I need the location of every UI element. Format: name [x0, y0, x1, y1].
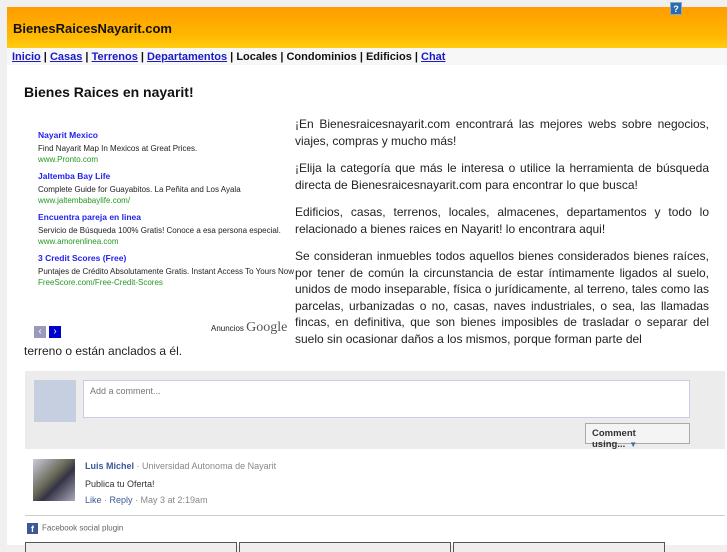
- nav-inicio[interactable]: Inicio: [12, 51, 41, 63]
- paragraph: Se consideran inmuebles todos aquellos b…: [295, 249, 709, 346]
- nav-terrenos[interactable]: Terrenos: [92, 51, 138, 63]
- commenter-avatar[interactable]: [33, 459, 75, 501]
- ad-next-button[interactable]: ›: [49, 326, 61, 338]
- body-text-tail: terreno o están anclados a él.: [24, 344, 183, 358]
- ad-description: Puntajes de Crédito Absolutamente Gratis…: [38, 267, 294, 276]
- ad-nav: ‹ ›: [34, 321, 64, 339]
- body-text: ¡En Bienesraicesnayarit.com encontrará l…: [295, 116, 709, 358]
- divider: [25, 515, 725, 516]
- page-title: Bienes Raices en nayarit!: [24, 84, 194, 100]
- ad-description: Find Nayarit Map In Mexicos at Great Pri…: [38, 144, 198, 153]
- ad-url[interactable]: www.Pronto.com: [38, 155, 298, 164]
- nav-separator: |: [40, 51, 50, 63]
- commenter-affiliation: · Universidad Autonoma de Nayarit: [134, 461, 277, 471]
- help-icon[interactable]: ?: [670, 2, 682, 15]
- nav-separator: |: [82, 51, 92, 63]
- nav-condominios[interactable]: Condominios: [286, 51, 356, 63]
- avatar: [34, 380, 76, 422]
- ad-description: Complete Guide for Guayabitos. La Peñita…: [38, 185, 241, 194]
- ad-block: Nayarit Mexico Find Nayarit Map In Mexico…: [38, 130, 298, 294]
- paragraph: ¡En Bienesraicesnayarit.com encontrará l…: [295, 117, 709, 148]
- ad-description: Servicio de Búsqueda 100% Gratis! Conoce…: [38, 226, 281, 235]
- ad-title[interactable]: Nayarit Mexico: [38, 130, 298, 140]
- nav-separator: |: [227, 51, 237, 63]
- ads-label: Anuncios: [211, 324, 244, 333]
- ad-title[interactable]: Jaltemba Bay Life: [38, 171, 298, 181]
- ads-by-google[interactable]: Anuncios Google: [211, 320, 287, 336]
- comment-time: · May 3 at 2:19am: [132, 495, 208, 505]
- site-header: BienesRaicesNayarit.com ?: [7, 2, 727, 48]
- google-logo: Google: [246, 320, 288, 335]
- facebook-plugin[interactable]: f Facebook social plugin: [27, 523, 123, 534]
- ad-item[interactable]: Encuentra pareja en linea Servicio de Bús…: [38, 212, 298, 246]
- ad-url[interactable]: www.amorenlinea.com: [38, 237, 298, 246]
- facebook-icon: f: [27, 523, 38, 534]
- facebook-plugin-label: Facebook social plugin: [42, 523, 124, 533]
- separator: ·: [101, 495, 110, 505]
- nav-departamentos[interactable]: Departamentos: [147, 51, 227, 63]
- comment-input[interactable]: Add a comment...: [83, 380, 690, 418]
- chevron-down-icon: ▼: [629, 440, 638, 449]
- ad-url[interactable]: FreeScore.com/Free-Credit-Scores: [38, 278, 298, 287]
- comment-using-button[interactable]: Comment using... ▼: [585, 423, 690, 450]
- nav-casas[interactable]: Casas: [50, 51, 82, 63]
- ad-url[interactable]: www.jaltembabaylife.com/: [38, 196, 298, 205]
- main-content: Bienes Raices en nayarit! Nayarit Mexico…: [7, 65, 727, 552]
- paragraph: ¡Elija la categoría que más le interesa …: [295, 161, 709, 192]
- ad-item[interactable]: Nayarit Mexico Find Nayarit Map In Mexico…: [38, 130, 298, 164]
- bottom-box: [453, 542, 665, 552]
- ad-item[interactable]: Jaltemba Bay Life Complete Guide for Guay…: [38, 171, 298, 205]
- commenter-name[interactable]: Luis Michel: [85, 461, 134, 471]
- comment-text: Publica tu Oferta!: [85, 479, 155, 489]
- bottom-box: [25, 542, 237, 552]
- ad-prev-button[interactable]: ‹: [34, 326, 46, 338]
- reply-link[interactable]: Reply: [110, 495, 133, 505]
- ad-title[interactable]: 3 Credit Scores (Free): [38, 253, 298, 263]
- like-link[interactable]: Like: [85, 495, 102, 505]
- nav-bar: Inicio | Casas | Terrenos | Departamento…: [7, 48, 727, 65]
- nav-locales[interactable]: Locales: [236, 51, 277, 63]
- nav-separator: |: [137, 51, 148, 63]
- bottom-box: [239, 542, 451, 552]
- nav-separator: |: [411, 51, 422, 63]
- nav-separator: |: [356, 51, 366, 63]
- paragraph: Edificios, casas, terrenos, locales, alm…: [295, 205, 709, 236]
- nav-edificios[interactable]: Edificios: [366, 51, 412, 63]
- comment-box: Add a comment... Comment using... ▼: [25, 371, 725, 450]
- ad-title[interactable]: Encuentra pareja en linea: [38, 212, 298, 222]
- site-title: BienesRaicesNayarit.com: [13, 21, 172, 36]
- nav-chat[interactable]: Chat: [421, 51, 445, 63]
- ad-item[interactable]: 3 Credit Scores (Free) Puntajes de Crédit…: [38, 253, 298, 287]
